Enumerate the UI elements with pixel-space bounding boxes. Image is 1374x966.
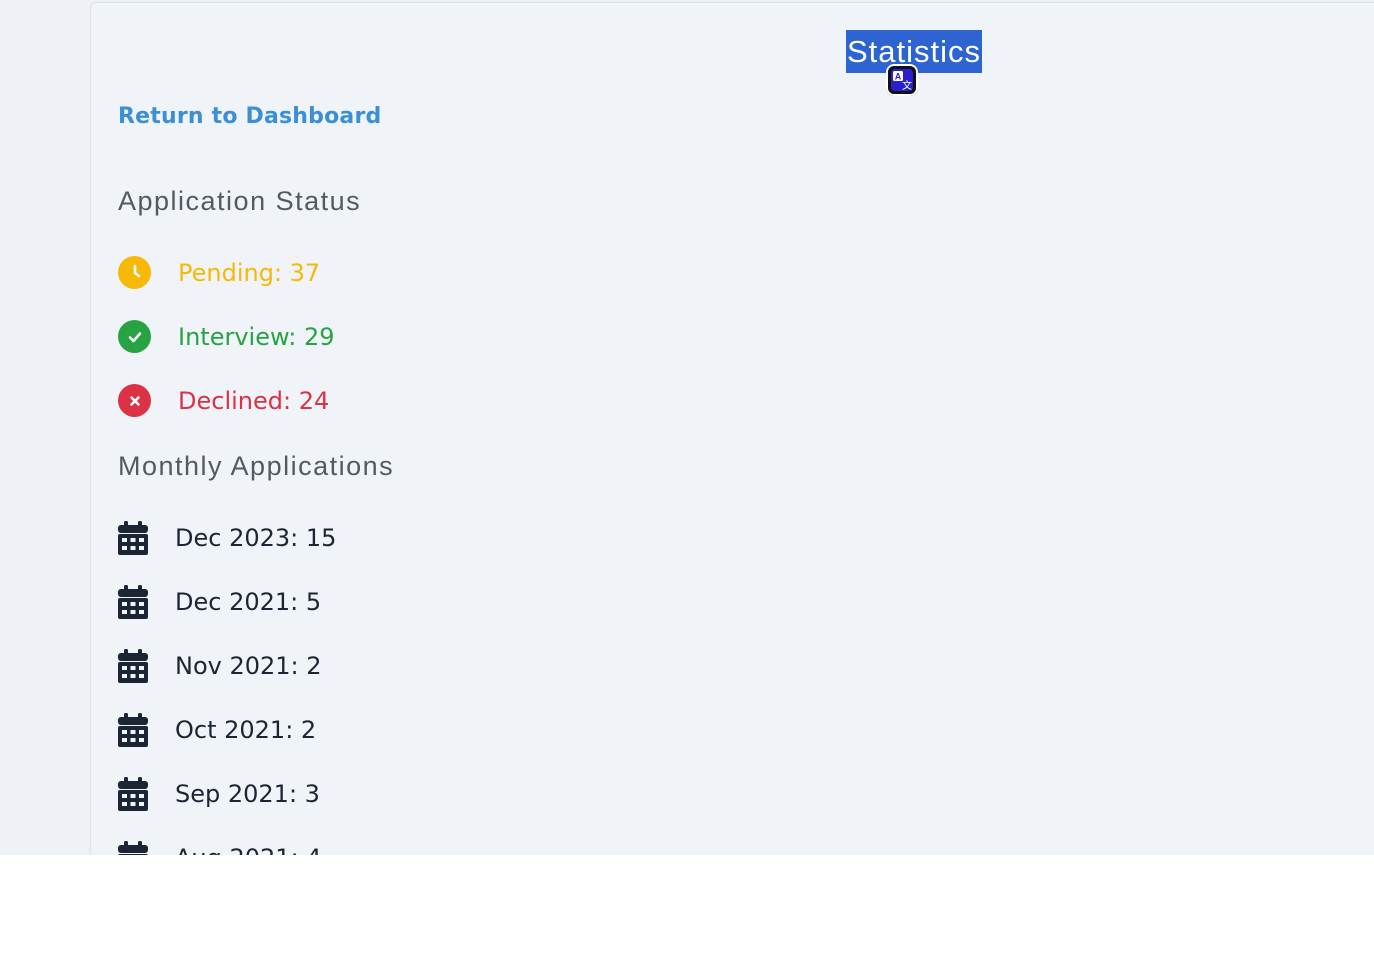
month-label: Sep 2021: 3 [175,780,320,808]
month-label: Dec 2021: 5 [175,588,322,616]
month-item: Dec 2023: 15 [118,521,336,555]
translate-icon[interactable]: A 文 [886,64,918,96]
calendar-icon [118,713,148,747]
page-viewport: Statistics A 文 Return to Dashboard Appli… [0,0,1374,855]
x-circle-icon [118,384,151,417]
status-item-interview: Interview: 29 [118,320,335,353]
month-label: Aug 2021: 4 [175,844,322,855]
status-label-interview: Interview: 29 [178,322,335,351]
application-status-heading: Application Status [118,186,362,216]
month-label: Nov 2021: 2 [175,652,322,680]
clock-icon [118,256,151,289]
calendar-icon [118,521,148,555]
month-item: Sep 2021: 3 [118,777,320,811]
month-item: Aug 2021: 4 [118,841,322,855]
svg-text:文: 文 [902,79,912,92]
monthly-applications-heading: Monthly Applications [118,451,395,481]
status-item-declined: Declined: 24 [118,384,329,417]
status-item-pending: Pending: 37 [118,256,320,289]
calendar-icon [118,649,148,683]
month-item: Nov 2021: 2 [118,649,322,683]
status-label-declined: Declined: 24 [178,386,330,415]
return-to-dashboard-link[interactable]: Return to Dashboard [118,104,381,129]
calendar-icon [118,777,148,811]
month-label: Dec 2023: 15 [175,524,337,552]
svg-text:A: A [895,72,902,82]
check-circle-icon [118,320,151,353]
calendar-icon [118,585,148,619]
month-label: Oct 2021: 2 [175,716,317,744]
month-item: Oct 2021: 2 [118,713,316,747]
month-item: Dec 2021: 5 [118,585,321,619]
status-label-pending: Pending: 37 [178,258,321,287]
calendar-icon [118,841,148,855]
